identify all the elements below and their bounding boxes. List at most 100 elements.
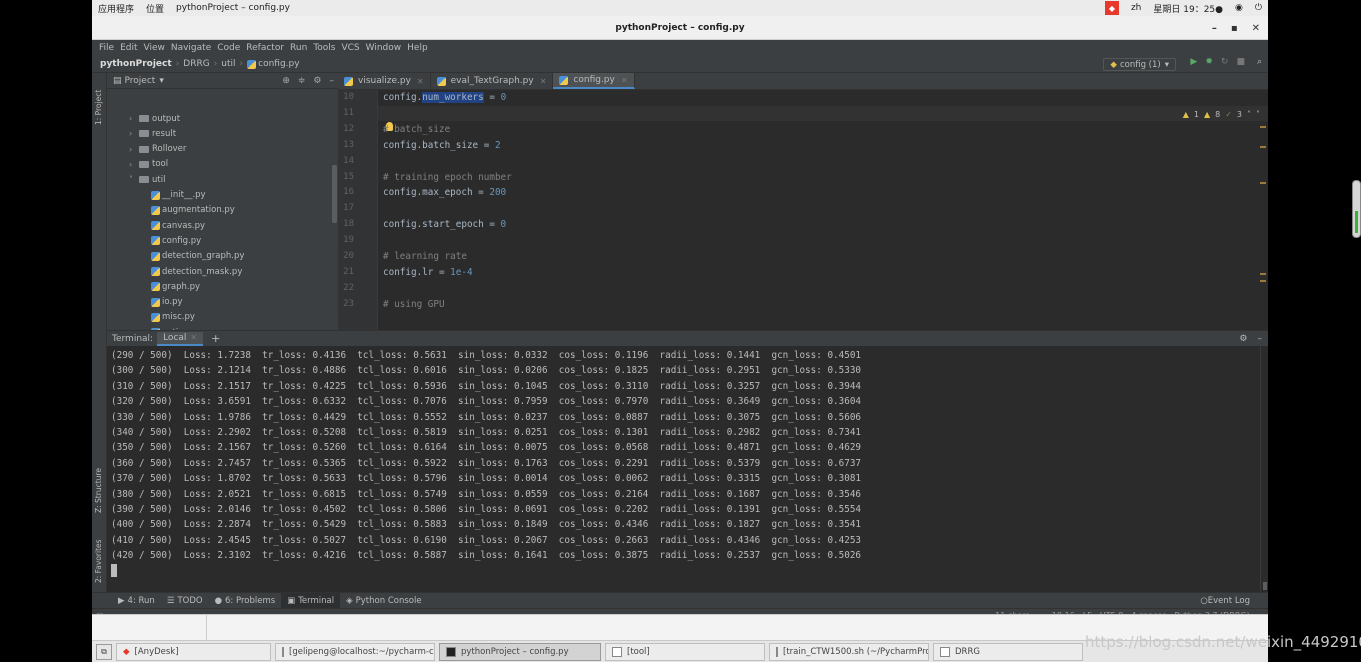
close-icon[interactable]: ✕	[1252, 23, 1260, 34]
menu-code[interactable]: Code	[214, 43, 243, 53]
menu-file[interactable]: File	[96, 43, 117, 53]
task-anydesk[interactable]: ◆ [AnyDesk]	[116, 642, 271, 661]
project-view-selector[interactable]: Project	[125, 76, 156, 86]
code-line[interactable]: config.lr = 1e-4	[383, 267, 473, 278]
gear-icon[interactable]: ⚙	[313, 76, 321, 86]
tree-item[interactable]: › Rollover	[129, 142, 186, 157]
inspection-widget[interactable]: ▲ 1 ▲ 8 ✓ 3 ˄ ˅	[1183, 110, 1260, 119]
search-icon[interactable]: ⌕	[1257, 57, 1262, 67]
code-line[interactable]: config.start_epoch = 0	[383, 219, 506, 230]
tab-eval-textgraph[interactable]: eval_TextGraph.py ✕	[431, 73, 554, 89]
error-stripe-mark[interactable]	[1260, 182, 1266, 184]
applications-menu[interactable]: 应用程序	[92, 2, 140, 15]
menu-refactor[interactable]: Refactor	[243, 43, 287, 53]
chevron-right-icon[interactable]: ›	[129, 114, 139, 123]
tool-python-console[interactable]: ◈ Python Console	[340, 593, 427, 609]
run-configuration-selector[interactable]: ◆ config (1) ▾	[1103, 58, 1176, 71]
tree-item[interactable]: misc.py	[151, 310, 195, 325]
favorites-tool-button[interactable]: 2: Favorites	[94, 539, 103, 583]
tree-item[interactable]: detection_mask.py	[151, 264, 242, 279]
tool-todo[interactable]: ☰ TODO	[161, 593, 209, 609]
task-editor[interactable]: [train_CTW1500.sh (~/PycharmProj…	[769, 642, 929, 661]
code-line[interactable]: config.max_epoch = 200	[383, 187, 506, 198]
error-stripe-mark[interactable]	[1260, 146, 1266, 148]
terminal-scrollbar[interactable]	[1260, 346, 1268, 592]
hide-icon[interactable]: –	[1258, 334, 1263, 344]
chevron-down-icon[interactable]: ▾	[159, 76, 164, 86]
chevron-right-icon[interactable]: ›	[129, 160, 139, 169]
event-log-button[interactable]: ○Event Log	[1200, 596, 1250, 606]
chevron-up-icon[interactable]: ˄	[1247, 110, 1251, 119]
tool-terminal[interactable]: ▣ Terminal	[281, 592, 341, 609]
code-line[interactable]: config.batch_size = 2	[383, 140, 501, 151]
tree-item[interactable]: config.py	[151, 233, 201, 248]
tree-item[interactable]: augmentation.py	[151, 203, 235, 218]
places-menu[interactable]: 位置	[140, 2, 170, 15]
error-stripe-mark[interactable]	[1260, 273, 1266, 275]
menu-view[interactable]: View	[141, 43, 168, 53]
project-scrollbar[interactable]	[332, 165, 337, 223]
menu-edit[interactable]: Edit	[117, 43, 140, 53]
error-stripe-mark[interactable]	[1260, 280, 1266, 282]
coverage-icon[interactable]: ↻	[1221, 57, 1229, 67]
menu-tools[interactable]: Tools	[310, 43, 338, 53]
menu-vcs[interactable]: VCS	[338, 43, 362, 53]
code-line[interactable]: # batch_size	[383, 124, 450, 135]
code-line[interactable]: # training epoch number	[383, 172, 512, 183]
viewer-scroll-handle[interactable]	[1352, 180, 1361, 238]
stop-icon[interactable]: ■	[1236, 57, 1245, 67]
power-icon[interactable]: ⏻	[1249, 3, 1268, 13]
task-terminal[interactable]: [gelipeng@localhost:~/pycharm-co…	[275, 642, 435, 661]
collapse-all-icon[interactable]: ≑	[298, 76, 306, 86]
terminal-output[interactable]: (290 / 500) Loss: 1.7238 tr_loss: 0.4136…	[107, 346, 1260, 592]
code-editor[interactable]: ▲ 1 ▲ 8 ✓ 3 ˄ ˅ config.num_workers = 0 # bat…	[378, 90, 1268, 330]
breadcrumb-util[interactable]: util	[221, 59, 235, 69]
tree-item[interactable]: io.py	[151, 295, 183, 310]
network-icon[interactable]: ◉	[1229, 3, 1249, 13]
terminal-tab-local[interactable]: Local ✕	[157, 331, 204, 346]
tool-problems[interactable]: ● 6: Problems	[209, 593, 282, 609]
tree-item[interactable]: detection_graph.py	[151, 249, 244, 264]
show-desktop-icon[interactable]: ⧉	[96, 643, 112, 660]
hide-icon[interactable]: –	[330, 76, 335, 86]
locate-icon[interactable]: ⊕	[282, 76, 290, 86]
breadcrumb-drrg[interactable]: DRRG	[183, 59, 209, 69]
tree-item[interactable]: › output	[129, 111, 180, 126]
input-language-indicator[interactable]: zh	[1125, 3, 1147, 13]
tool-run[interactable]: ▶ 4: Run	[112, 593, 161, 609]
anydesk-tray-icon[interactable]: ◆	[1104, 1, 1119, 15]
tree-item[interactable]: graph.py	[151, 279, 200, 294]
close-tab-icon[interactable]: ✕	[190, 333, 197, 342]
debug-icon[interactable]: ✹	[1205, 57, 1213, 67]
chevron-right-icon[interactable]: ›	[129, 145, 139, 154]
tab-visualize[interactable]: visualize.py ✕	[338, 73, 431, 89]
new-terminal-icon[interactable]: +	[211, 332, 220, 345]
task-pycharm[interactable]: pythonProject – config.py	[439, 642, 601, 661]
gear-icon[interactable]: ⚙	[1239, 334, 1247, 344]
tree-item[interactable]: __init__.py	[151, 188, 206, 203]
tree-item[interactable]: › result	[129, 126, 176, 141]
tab-config[interactable]: config.py ✕	[553, 73, 635, 89]
window-titlebar[interactable]: pythonProject – config.py – ▪ ✕	[92, 16, 1268, 40]
menu-help[interactable]: Help	[404, 43, 431, 53]
close-tab-icon[interactable]: ✕	[540, 77, 547, 86]
run-icon[interactable]: ▶	[1190, 57, 1197, 67]
menu-navigate[interactable]: Navigate	[168, 43, 214, 53]
chevron-down-icon[interactable]: ˅	[129, 175, 139, 184]
clock[interactable]: 星期日 19：25●	[1147, 2, 1229, 15]
project-tool-button[interactable]: 1: Project	[94, 90, 103, 125]
code-line[interactable]: config.num_workers = 0	[383, 92, 506, 103]
menu-run[interactable]: Run	[287, 43, 310, 53]
chevron-down-icon[interactable]: ˅	[1256, 110, 1260, 119]
tree-item[interactable]: › tool	[129, 157, 168, 172]
structure-tool-button[interactable]: Z: Structure	[94, 468, 103, 513]
breadcrumb-project[interactable]: pythonProject	[100, 59, 172, 69]
menu-window[interactable]: Window	[363, 43, 405, 53]
terminal-prompt[interactable]	[111, 563, 1260, 578]
task-drrg[interactable]: DRRG	[933, 642, 1083, 661]
maximize-icon[interactable]: ▪	[1231, 23, 1238, 34]
minimize-icon[interactable]: –	[1212, 23, 1217, 34]
close-tab-icon[interactable]: ✕	[621, 76, 628, 85]
code-line[interactable]: # using GPU	[383, 299, 445, 310]
chevron-right-icon[interactable]: ›	[129, 129, 139, 138]
